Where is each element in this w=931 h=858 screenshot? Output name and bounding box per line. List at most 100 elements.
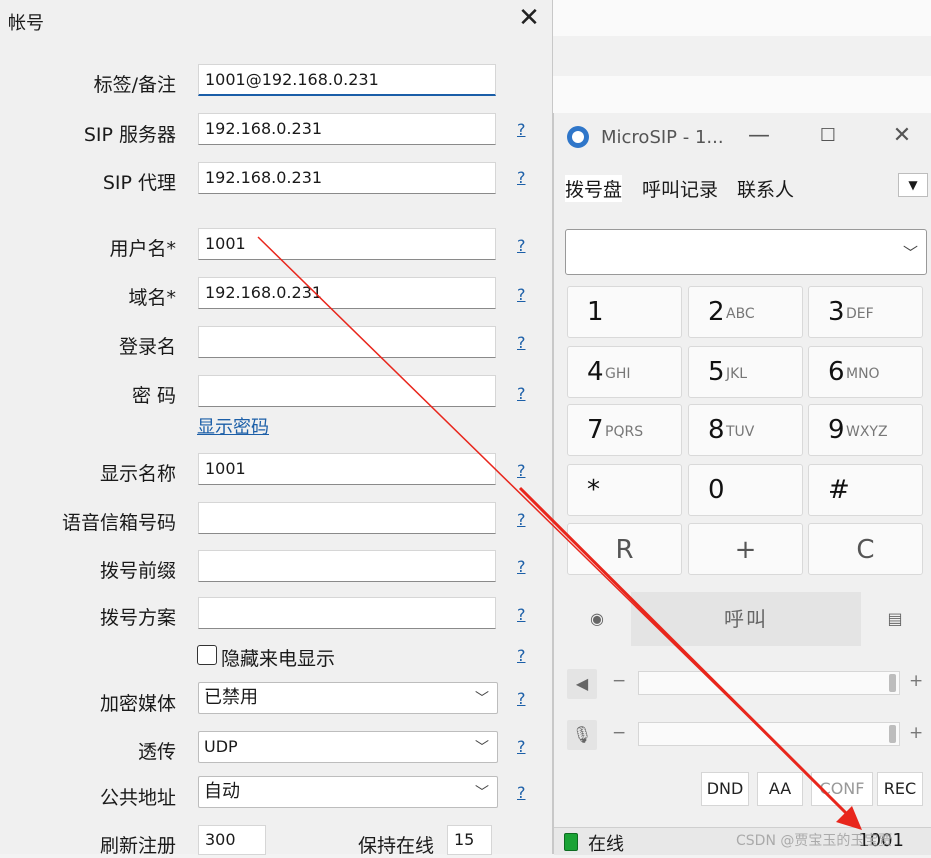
help-voicemail[interactable]: ? bbox=[517, 510, 526, 529]
key-hash[interactable]: # bbox=[808, 464, 923, 516]
dial-plan-input[interactable] bbox=[198, 597, 496, 629]
label-encryption: 加密媒体 bbox=[99, 693, 176, 715]
tab-contacts[interactable]: 联系人 bbox=[737, 175, 794, 202]
encryption-select[interactable]: 已禁用 ﹀ bbox=[198, 682, 498, 714]
chevron-down-icon: ﹀ bbox=[902, 244, 918, 262]
public-address-select[interactable]: 自动 ﹀ bbox=[198, 776, 498, 808]
window-title: MicroSIP - 1... bbox=[601, 127, 724, 148]
tab-dialpad[interactable]: 拨号盘 bbox=[565, 175, 623, 202]
chevron-down-icon: ﹀ bbox=[475, 691, 489, 707]
dnd-button[interactable]: DND bbox=[701, 772, 749, 806]
label-transport: 透传 bbox=[137, 741, 176, 763]
label-domain: 域名* bbox=[128, 287, 176, 309]
label-tag: 标签/备注 bbox=[93, 74, 176, 96]
label-username: 用户名* bbox=[109, 238, 176, 260]
microsip-window: MicroSIP - 1... — ☐ ✕ 拨号盘 呼叫记录 联系人 ▼ ﹀ R… bbox=[553, 113, 931, 855]
key-3[interactable]: 3 DEF bbox=[808, 286, 923, 338]
plus-button[interactable]: + bbox=[688, 523, 803, 575]
key-2[interactable]: 2 ABC bbox=[688, 286, 803, 338]
label-dial-plan: 拨号方案 bbox=[99, 607, 176, 629]
key-8[interactable]: 8 TUV bbox=[688, 404, 803, 456]
help-login[interactable]: ? bbox=[517, 333, 526, 352]
public-address-value: 自动 bbox=[204, 781, 240, 802]
key-1[interactable]: 1 bbox=[567, 286, 682, 338]
rec-button[interactable]: REC bbox=[877, 772, 923, 806]
label-sip-proxy: SIP 代理 bbox=[102, 172, 176, 194]
close-icon[interactable]: ✕ bbox=[517, 5, 541, 31]
conf-button[interactable]: CONF bbox=[811, 772, 873, 806]
help-transport[interactable]: ? bbox=[517, 737, 526, 756]
hide-caller-id-label: 隐藏来电显示 bbox=[221, 648, 336, 670]
help-dial-plan[interactable]: ? bbox=[517, 605, 526, 624]
help-domain[interactable]: ? bbox=[517, 285, 526, 304]
label-login: 登录名 bbox=[118, 336, 176, 358]
online-status-icon bbox=[564, 833, 578, 851]
message-icon[interactable]: ▤ bbox=[880, 604, 910, 634]
speaker-volume-slider[interactable] bbox=[638, 671, 900, 695]
label-sip-server: SIP 服务器 bbox=[83, 124, 176, 146]
help-sip-server[interactable]: ? bbox=[517, 120, 526, 139]
encryption-value: 已禁用 bbox=[204, 687, 258, 708]
microsip-logo bbox=[567, 126, 589, 148]
voicemail-input[interactable] bbox=[198, 502, 496, 534]
key-0[interactable]: 0 bbox=[688, 464, 803, 516]
key-5[interactable]: 5 JKL bbox=[688, 346, 803, 398]
call-button[interactable]: 呼叫 bbox=[631, 592, 861, 646]
chevron-down-icon: ﹀ bbox=[475, 785, 489, 801]
redial-button[interactable]: R bbox=[567, 523, 682, 575]
speaker-icon[interactable]: ◀ bbox=[567, 669, 597, 699]
number-input[interactable]: ﹀ bbox=[565, 229, 927, 275]
refresh-input[interactable]: 300 bbox=[198, 825, 266, 855]
close-icon[interactable]: ✕ bbox=[887, 121, 917, 151]
dialog-title: 帐号 bbox=[8, 13, 44, 34]
keepalive-input[interactable]: 15 bbox=[447, 825, 492, 855]
domain-input[interactable]: 192.168.0.231 bbox=[198, 277, 496, 309]
label-voicemail: 语音信箱号码 bbox=[61, 512, 176, 534]
microphone-icon[interactable]: 🎙 bbox=[567, 720, 597, 750]
key-star[interactable]: * bbox=[567, 464, 682, 516]
display-name-input[interactable]: 1001 bbox=[198, 453, 496, 485]
minimize-icon[interactable]: — bbox=[744, 121, 774, 151]
key-6[interactable]: 6 MNO bbox=[808, 346, 923, 398]
sip-proxy-input[interactable]: 192.168.0.231 bbox=[198, 162, 496, 194]
transport-select[interactable]: UDP ﹀ bbox=[198, 731, 498, 763]
clear-button[interactable]: C bbox=[808, 523, 923, 575]
help-hide-caller-id[interactable]: ? bbox=[517, 646, 526, 665]
help-sip-proxy[interactable]: ? bbox=[517, 168, 526, 187]
maximize-icon[interactable]: ☐ bbox=[813, 121, 843, 151]
dial-prefix-input[interactable] bbox=[198, 550, 496, 582]
label-dial-prefix: 拨号前缀 bbox=[99, 560, 176, 582]
menu-dropdown-icon[interactable]: ▼ bbox=[898, 173, 928, 197]
password-input[interactable] bbox=[198, 375, 496, 407]
status-text: 在线 bbox=[588, 834, 624, 855]
mic-volume-slider[interactable] bbox=[638, 722, 900, 746]
help-username[interactable]: ? bbox=[517, 236, 526, 255]
chevron-down-icon: ﹀ bbox=[475, 740, 489, 756]
speaker-minus: − bbox=[612, 671, 627, 691]
key-7[interactable]: 7 PQRS bbox=[567, 404, 682, 456]
mic-minus: − bbox=[612, 723, 627, 743]
aa-button[interactable]: AA bbox=[757, 772, 803, 806]
mic-plus: + bbox=[909, 723, 924, 743]
tab-call-log[interactable]: 呼叫记录 bbox=[642, 175, 718, 202]
key-4[interactable]: 4 GHI bbox=[567, 346, 682, 398]
sip-server-input[interactable]: 192.168.0.231 bbox=[198, 113, 496, 145]
transport-value: UDP bbox=[204, 737, 238, 756]
label-public-address: 公共地址 bbox=[99, 787, 176, 809]
hide-caller-id-checkbox[interactable] bbox=[197, 645, 217, 665]
help-password[interactable]: ? bbox=[517, 384, 526, 403]
show-password-link[interactable]: 显示密码 bbox=[197, 413, 269, 439]
webcam-icon[interactable]: ◉ bbox=[582, 604, 612, 634]
tag-input[interactable]: 1001@192.168.0.231 bbox=[198, 64, 496, 96]
help-dial-prefix[interactable]: ? bbox=[517, 557, 526, 576]
account-dialog: 帐号 ✕ 标签/备注 1001@192.168.0.231 SIP 服务器 19… bbox=[0, 0, 553, 857]
login-input[interactable] bbox=[198, 326, 496, 358]
help-display-name[interactable]: ? bbox=[517, 461, 526, 480]
help-encryption[interactable]: ? bbox=[517, 689, 526, 708]
help-public-address[interactable]: ? bbox=[517, 783, 526, 802]
watermark: CSDN @贾宝玉的玉宝贾 bbox=[736, 833, 893, 849]
label-display-name: 显示名称 bbox=[99, 463, 176, 485]
key-9[interactable]: 9 WXYZ bbox=[808, 404, 923, 456]
username-input[interactable]: 1001 bbox=[198, 228, 496, 260]
speaker-plus: + bbox=[909, 671, 924, 691]
